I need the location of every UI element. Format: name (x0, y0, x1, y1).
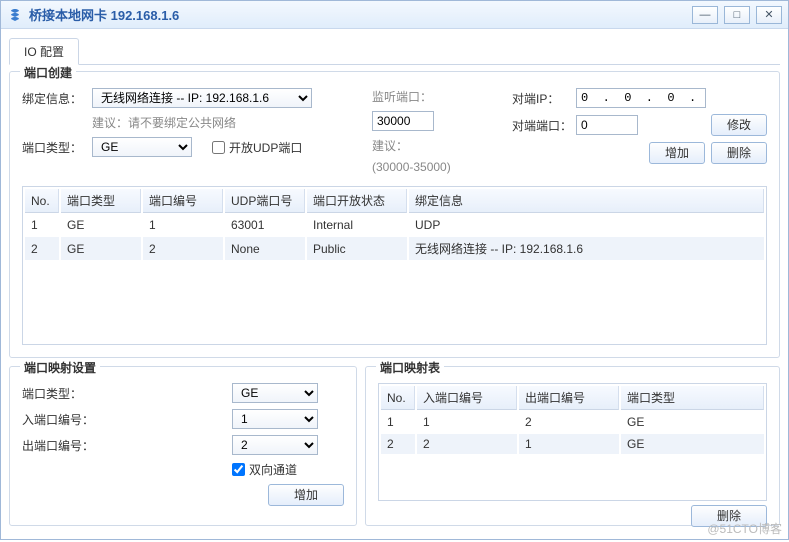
window-controls: — □ ✕ (692, 6, 782, 24)
app-window: 桥接本地网卡 192.168.1.6 — □ ✕ IO 配置 端口创建 绑定信息… (0, 0, 789, 540)
map-add-button[interactable]: 增加 (268, 484, 344, 506)
map-type-label: 端口类型： (22, 385, 112, 402)
table-row[interactable]: 112GE (381, 412, 764, 432)
bind-hint: 建议：请不要绑定公共网络 (92, 114, 236, 131)
peer-ip-label: 对端IP： (512, 90, 576, 107)
group-map-table: 端口映射表 No. 入端口编号 出端口编号 端口类型 112GE 221GE (365, 366, 780, 526)
close-button[interactable]: ✕ (756, 6, 782, 24)
legend-port-create: 端口创建 (20, 64, 76, 81)
table-row[interactable]: 221GE (381, 434, 764, 454)
titlebar: 桥接本地网卡 192.168.1.6 — □ ✕ (1, 1, 788, 29)
window-title: 桥接本地网卡 192.168.1.6 (29, 5, 179, 24)
port-map-table[interactable]: No. 入端口编号 出端口编号 端口类型 112GE 221GE (378, 383, 767, 501)
watermark: @51CTO博客 (707, 520, 782, 537)
group-port-create: 端口创建 绑定信息： 无线网络连接 -- IP: 192.168.1.6 建议：… (9, 71, 780, 358)
map-out-label: 出端口编号： (22, 437, 112, 454)
bind-info-label: 绑定信息： (22, 90, 92, 107)
listen-hint-b: (30000-35000) (372, 160, 451, 174)
app-icon (7, 7, 23, 23)
map-type-select[interactable]: GE (232, 383, 318, 403)
map-in-label: 入端口编号： (22, 411, 112, 428)
tab-io-config[interactable]: IO 配置 (9, 38, 79, 65)
bidirectional-checkbox[interactable]: 双向通道 (232, 461, 297, 478)
peer-ip-input[interactable] (576, 88, 706, 108)
bind-info-select[interactable]: 无线网络连接 -- IP: 192.168.1.6 (92, 88, 312, 108)
port-create-table[interactable]: No. 端口类型 端口编号 UDP端口号 端口开放状态 绑定信息 1GE1630… (22, 186, 767, 345)
listen-port-label: 监听端口： (372, 88, 434, 105)
legend-map-table: 端口映射表 (376, 359, 444, 376)
listen-hint-a: 建议： (372, 137, 408, 154)
maximize-button[interactable]: □ (724, 6, 750, 24)
legend-map-settings: 端口映射设置 (20, 359, 100, 376)
peer-port-input[interactable] (576, 115, 638, 135)
delete-button[interactable]: 删除 (711, 142, 767, 164)
group-map-settings: 端口映射设置 端口类型：GE 入端口编号：1 出端口编号：2 双向通道 增加 (9, 366, 357, 526)
port-type-label: 端口类型： (22, 139, 92, 156)
open-udp-checkbox[interactable]: 开放UDP端口 (212, 139, 302, 156)
add-button[interactable]: 增加 (649, 142, 705, 164)
table-row[interactable]: 1GE163001InternalUDP (25, 215, 764, 235)
listen-port-input[interactable] (372, 111, 434, 131)
minimize-button[interactable]: — (692, 6, 718, 24)
map-out-select[interactable]: 2 (232, 435, 318, 455)
table-row[interactable]: 2GE2NonePublic无线网络连接 -- IP: 192.168.1.6 (25, 237, 764, 260)
tab-strip: IO 配置 (9, 37, 780, 65)
peer-port-label: 对端端口： (512, 117, 576, 134)
port-type-select[interactable]: GE (92, 137, 192, 157)
modify-button[interactable]: 修改 (711, 114, 767, 136)
map-in-select[interactable]: 1 (232, 409, 318, 429)
